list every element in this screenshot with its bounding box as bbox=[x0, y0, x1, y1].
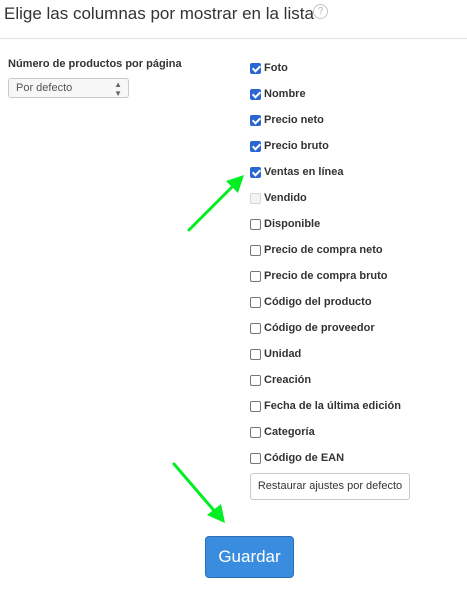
column-label: Vendido bbox=[264, 192, 307, 204]
page-header: Elige las columnas por mostrar en la lis… bbox=[0, 0, 467, 39]
column-option[interactable]: Precio bruto bbox=[250, 138, 329, 154]
column-option[interactable]: Disponible bbox=[250, 216, 320, 232]
column-label: Código de EAN bbox=[264, 452, 345, 464]
column-checkbox[interactable] bbox=[250, 270, 261, 282]
column-label: Precio de compra bruto bbox=[264, 270, 388, 282]
column-option[interactable]: Código del producto bbox=[250, 294, 372, 310]
column-option[interactable]: Nombre bbox=[250, 86, 306, 102]
column-checkbox[interactable] bbox=[250, 322, 261, 334]
column-option[interactable]: Categoría bbox=[250, 424, 315, 440]
column-checkbox[interactable] bbox=[250, 140, 261, 152]
column-option[interactable]: Precio de compra neto bbox=[250, 242, 383, 258]
column-label: Nombre bbox=[264, 88, 306, 100]
green-arrow-icon bbox=[187, 175, 244, 232]
reset-defaults-button[interactable]: Restaurar ajustes por defecto bbox=[250, 473, 410, 500]
column-option[interactable]: Ventas en línea bbox=[250, 164, 343, 180]
column-label: Disponible bbox=[264, 218, 321, 230]
save-button[interactable]: Guardar bbox=[205, 536, 294, 578]
column-label: Creación bbox=[264, 374, 312, 386]
column-checkbox[interactable] bbox=[250, 296, 261, 308]
products-per-page-select[interactable]: Por defecto ▲ ▼ bbox=[8, 78, 129, 98]
green-arrow-icon bbox=[172, 462, 225, 523]
column-label: Ventas en línea bbox=[264, 166, 344, 178]
column-checkbox[interactable] bbox=[250, 88, 261, 100]
column-checkbox[interactable] bbox=[250, 62, 261, 74]
column-label: Precio bruto bbox=[264, 140, 329, 152]
column-checkbox[interactable] bbox=[250, 400, 261, 412]
products-per-page-label: Número de productos por página bbox=[8, 58, 182, 70]
column-label: Precio de compra neto bbox=[264, 244, 383, 256]
column-label: Categoría bbox=[264, 426, 315, 438]
column-label: Código de proveedor bbox=[264, 322, 375, 334]
column-option[interactable]: Precio neto bbox=[250, 112, 324, 128]
products-per-page-value: Por defecto bbox=[16, 82, 73, 94]
column-checkbox[interactable] bbox=[250, 452, 261, 464]
column-checkbox[interactable] bbox=[250, 426, 261, 438]
column-option[interactable]: Fecha de la última edición bbox=[250, 398, 401, 414]
column-option[interactable]: Foto bbox=[250, 60, 288, 76]
column-option[interactable]: Unidad bbox=[250, 346, 301, 362]
column-option[interactable]: Creación bbox=[250, 372, 311, 388]
column-label: Precio neto bbox=[264, 114, 324, 126]
column-label: Unidad bbox=[264, 348, 302, 360]
column-option[interactable]: Código de EAN bbox=[250, 450, 344, 466]
updown-chevron-icon: ▲ ▼ bbox=[114, 80, 122, 98]
column-checkbox[interactable] bbox=[250, 374, 261, 386]
column-checkbox[interactable] bbox=[250, 244, 261, 256]
column-option[interactable]: Vendido bbox=[250, 190, 307, 206]
page-title: Elige las columnas por mostrar en la lis… bbox=[4, 4, 314, 23]
column-label: Código del producto bbox=[264, 296, 372, 308]
help-icon[interactable]: ? bbox=[313, 4, 328, 19]
column-checkbox[interactable] bbox=[250, 114, 261, 126]
column-checkbox[interactable] bbox=[250, 348, 261, 360]
column-label: Fecha de la última edición bbox=[264, 400, 401, 412]
column-option[interactable]: Precio de compra bruto bbox=[250, 268, 387, 284]
column-option[interactable]: Código de proveedor bbox=[250, 320, 375, 336]
column-label: Foto bbox=[264, 62, 288, 74]
